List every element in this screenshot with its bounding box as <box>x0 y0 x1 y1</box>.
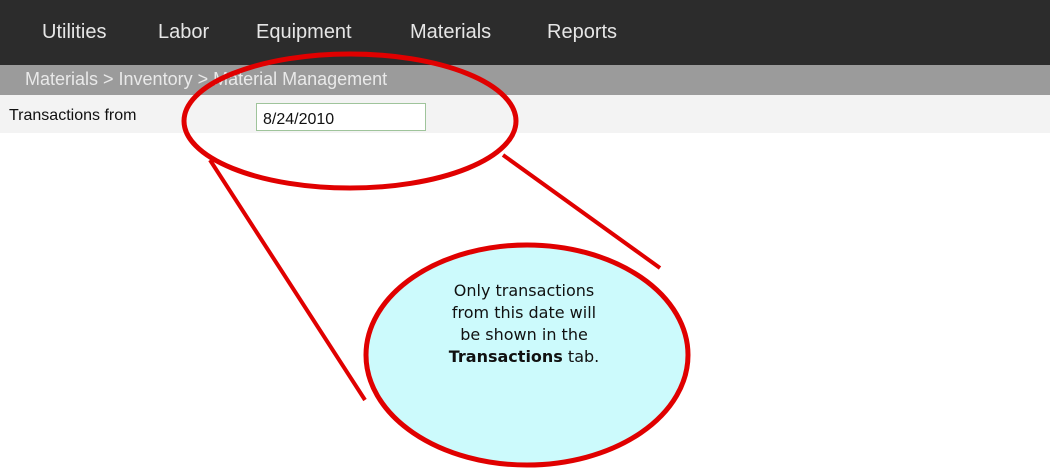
highlight-ellipse <box>181 51 519 191</box>
callout-line-1: Only transactions <box>453 281 595 300</box>
callout-line-4-suffix: tab. <box>562 347 600 366</box>
callout-text: Only transactions from this date will be… <box>404 280 644 368</box>
callout-connector-left <box>208 158 367 402</box>
callout-bold-word: Transactions <box>448 347 563 366</box>
callout-line-4: Transactions tab. <box>404 346 644 368</box>
callout-line-3: be shown in the <box>460 325 588 344</box>
callout-line-2: from this date will <box>451 303 597 322</box>
callout-annotation <box>181 51 691 468</box>
